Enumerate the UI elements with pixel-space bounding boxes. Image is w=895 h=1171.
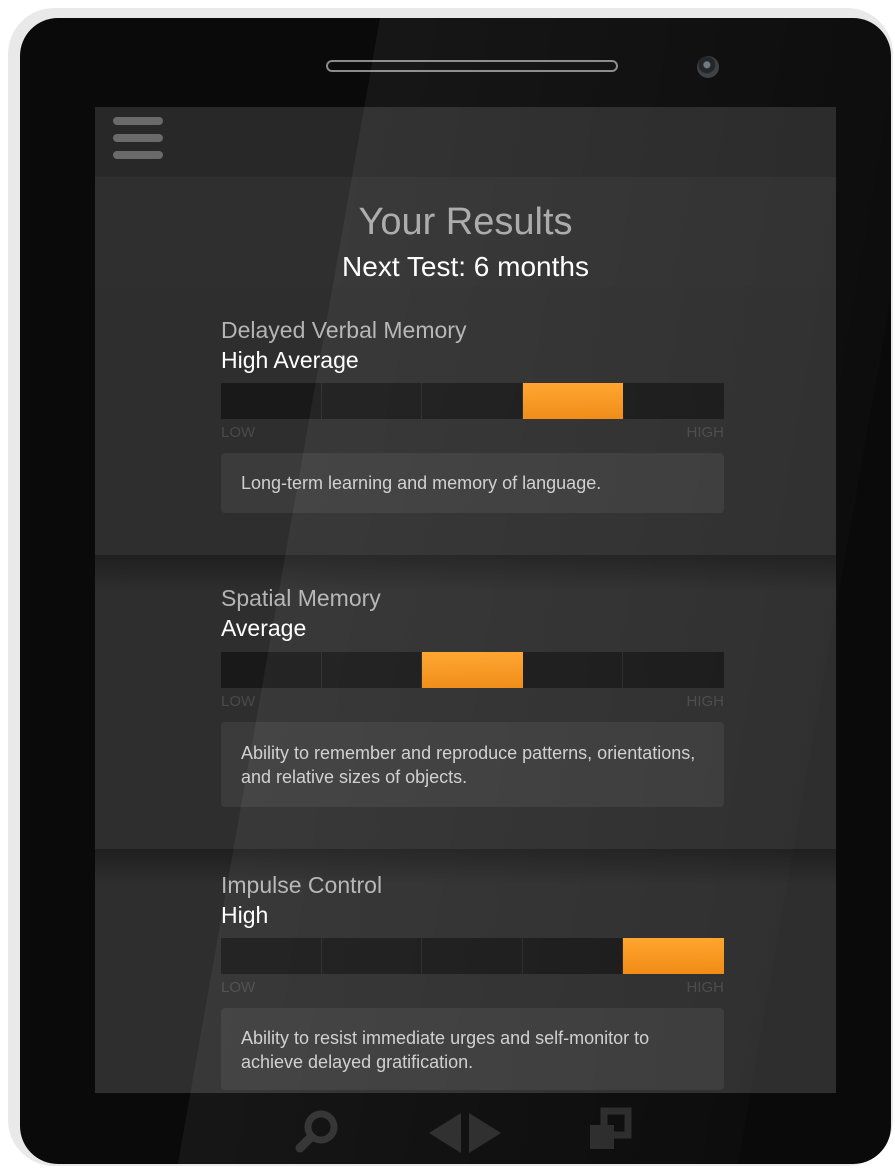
score-bar [221, 383, 724, 419]
metric-card-delayed-verbal-memory: Delayed Verbal Memory High Average LOW H… [95, 287, 836, 555]
results-header: Your Results Next Test: 6 months [95, 177, 836, 287]
score-bar-segment [221, 383, 322, 419]
metric-card-spatial-memory: Spatial Memory Average LOW HIGH Ability … [95, 555, 836, 849]
score-bar-fill [422, 652, 523, 688]
speaker-grille [326, 60, 618, 72]
metric-level: High [221, 902, 269, 928]
score-bar-segment [422, 938, 523, 974]
metric-description: Long-term learning and memory of languag… [221, 453, 724, 513]
device-nav-bar [20, 1093, 891, 1164]
score-bar-segment [523, 938, 624, 974]
page-title: Your Results [358, 201, 573, 243]
section-divider [95, 849, 836, 885]
score-bar-segment [322, 383, 423, 419]
section-divider [95, 555, 836, 591]
metric-description: Ability to resist immediate urges and se… [221, 1008, 724, 1090]
score-bar-segment [623, 652, 724, 688]
metric-name: Impulse Control [221, 872, 383, 898]
hamburger-menu-icon[interactable] [111, 117, 165, 163]
scale-high-label: HIGH [686, 979, 725, 996]
score-bar-segment [422, 383, 523, 419]
scale-high-label: HIGH [686, 424, 725, 441]
tablet-bezel: Your Results Next Test: 6 months Delayed… [20, 18, 891, 1164]
metric-name: Spatial Memory [221, 585, 381, 611]
score-bar-segment [322, 652, 423, 688]
top-bar [95, 107, 836, 177]
next-test-label: Next Test: 6 months [342, 251, 589, 282]
scale-high-label: HIGH [686, 693, 725, 710]
score-bar-segment [523, 652, 624, 688]
score-bar [221, 938, 724, 974]
metric-card-impulse-control: Impulse Control High LOW HIGH Ability to… [95, 849, 836, 1093]
tablet-frame: Your Results Next Test: 6 months Delayed… [8, 8, 893, 1166]
score-bar-fill [623, 938, 724, 974]
app-screen: Your Results Next Test: 6 months Delayed… [95, 107, 836, 1093]
score-bar-segment [221, 938, 322, 974]
metric-name: Delayed Verbal Memory [221, 317, 467, 343]
score-bar-fill [522, 383, 624, 419]
score-bar [221, 652, 724, 688]
score-bar-segment [221, 652, 322, 688]
search-icon[interactable] [292, 1108, 342, 1156]
camera-icon [697, 56, 719, 78]
metric-description: Ability to remember and reproduce patter… [221, 722, 724, 807]
metric-level: Average [221, 615, 307, 641]
metric-level: High Average [221, 347, 359, 373]
scale-low-label: LOW [221, 424, 256, 441]
back-forward-icon[interactable] [425, 1111, 507, 1155]
score-bar-segment [623, 383, 724, 419]
scale-low-label: LOW [221, 979, 256, 996]
score-bar-segment [322, 938, 423, 974]
recent-apps-icon[interactable] [586, 1107, 634, 1155]
scale-low-label: LOW [221, 693, 256, 710]
